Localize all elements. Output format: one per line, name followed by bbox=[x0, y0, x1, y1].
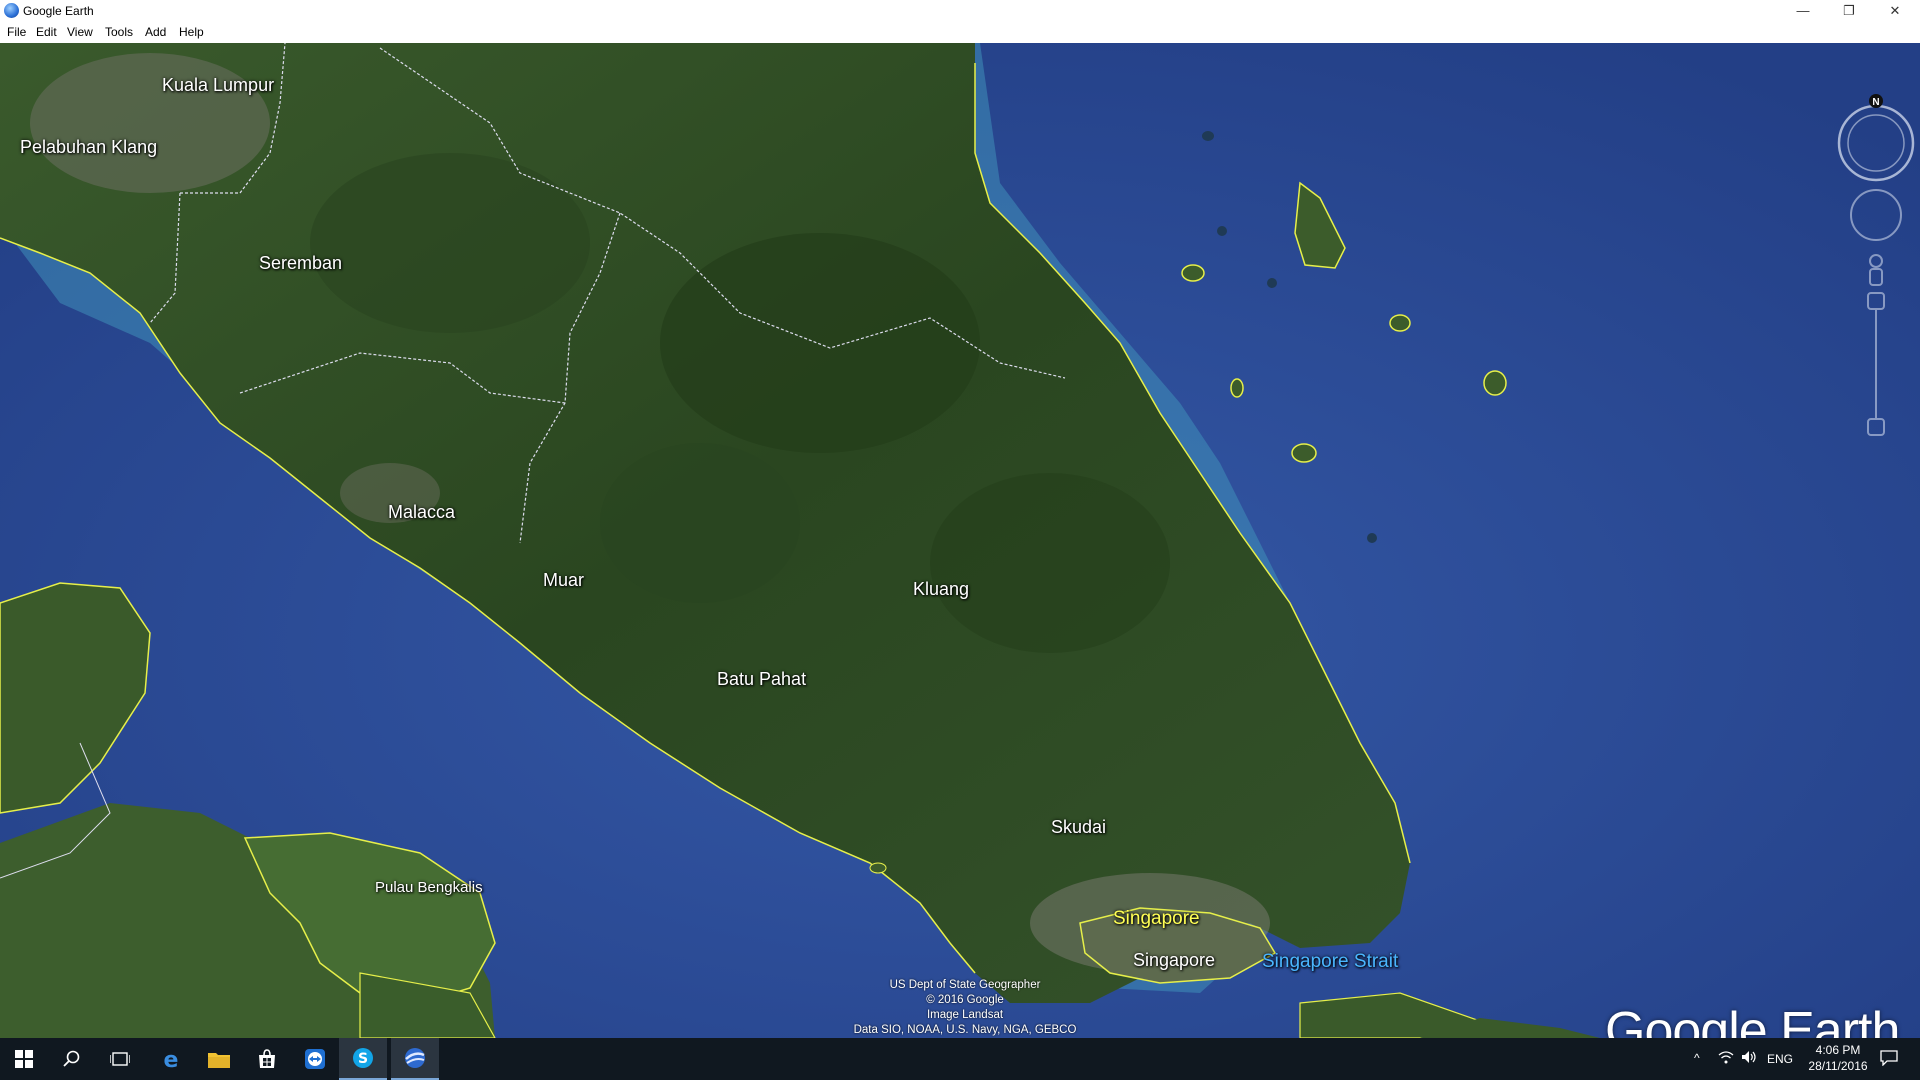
title-bar: Google Earth — ❐ ✕ bbox=[0, 0, 1920, 22]
label-pelabuhan-klang[interactable]: Pelabuhan Klang bbox=[20, 137, 157, 158]
network-icon[interactable] bbox=[1718, 1050, 1734, 1067]
menu-help[interactable]: Help bbox=[179, 25, 204, 39]
menu-add[interactable]: Add bbox=[145, 25, 166, 39]
label-skudai[interactable]: Skudai bbox=[1051, 817, 1106, 838]
earth-map-view[interactable]: Kuala Lumpur Pelabuhan Klang Seremban Ma… bbox=[0, 43, 1920, 1038]
navigation-controls: N bbox=[1830, 93, 1920, 443]
svg-text:e: e bbox=[164, 1048, 179, 1070]
store-icon[interactable] bbox=[243, 1038, 291, 1080]
attribution-line: US Dept of State Geographer bbox=[889, 979, 1041, 991]
google-earth-app-icon bbox=[4, 3, 19, 18]
language-indicator[interactable]: ENG bbox=[1767, 1052, 1793, 1066]
svg-text:S: S bbox=[358, 1051, 368, 1067]
menu-tools[interactable]: Tools bbox=[105, 25, 133, 39]
attribution-line: Data SIO, NOAA, U.S. Navy, NGA, GEBCO bbox=[853, 1024, 1077, 1036]
zoom-slider[interactable] bbox=[1867, 292, 1885, 436]
label-singapore-strait[interactable]: Singapore Strait bbox=[1262, 951, 1398, 973]
label-kuala-lumpur[interactable]: Kuala Lumpur bbox=[162, 75, 274, 96]
look-joystick[interactable] bbox=[1850, 189, 1902, 241]
label-batu-pahat[interactable]: Batu Pahat bbox=[717, 669, 806, 690]
windows-start-icon[interactable] bbox=[0, 1038, 48, 1080]
restore-button[interactable]: ❐ bbox=[1826, 0, 1872, 22]
north-indicator-label: N bbox=[1872, 97, 1879, 108]
chevron-up-icon[interactable]: ^ bbox=[1694, 1051, 1700, 1065]
compass-ring[interactable] bbox=[1837, 104, 1915, 182]
menu-view[interactable]: View bbox=[67, 25, 93, 39]
label-pulau-bengkalis[interactable]: Pulau Bengkalis bbox=[375, 879, 483, 896]
clock[interactable]: 4:06 PM 28/11/2016 bbox=[1806, 1043, 1870, 1073]
teamviewer-icon[interactable] bbox=[291, 1038, 339, 1080]
volume-icon[interactable] bbox=[1741, 1050, 1757, 1067]
attribution-line: Image Landsat bbox=[926, 1009, 1004, 1021]
edge-icon[interactable]: e bbox=[147, 1038, 195, 1080]
google-earth-icon[interactable] bbox=[391, 1038, 439, 1080]
close-button[interactable]: ✕ bbox=[1872, 0, 1918, 22]
clock-date: 28/11/2016 bbox=[1808, 1059, 1868, 1073]
clock-time: 4:06 PM bbox=[1815, 1043, 1861, 1057]
file-explorer-icon[interactable] bbox=[195, 1038, 243, 1080]
label-muar[interactable]: Muar bbox=[543, 570, 584, 591]
satellite-imagery bbox=[0, 43, 1920, 1038]
windows-taskbar: e S ^ ENG 4:06 PM 28/11/2016 bbox=[0, 1038, 1920, 1080]
menu-file[interactable]: File bbox=[7, 25, 26, 39]
action-center-icon[interactable] bbox=[1880, 1050, 1898, 1069]
window-title: Google Earth bbox=[23, 4, 94, 18]
label-singapore-country[interactable]: Singapore bbox=[1113, 908, 1200, 930]
minimize-button[interactable]: — bbox=[1780, 0, 1826, 22]
label-singapore-city[interactable]: Singapore bbox=[1133, 950, 1215, 971]
street-view-pegman-icon[interactable] bbox=[1869, 254, 1883, 286]
skype-icon[interactable]: S bbox=[339, 1038, 387, 1080]
task-view-icon[interactable] bbox=[96, 1038, 144, 1080]
label-seremban[interactable]: Seremban bbox=[259, 253, 342, 274]
label-malacca[interactable]: Malacca bbox=[388, 502, 455, 523]
attribution-line: © 2016 Google bbox=[926, 994, 1004, 1006]
menu-bar: File Edit View Tools Add Help bbox=[0, 22, 1920, 44]
search-icon[interactable] bbox=[48, 1038, 96, 1080]
menu-edit[interactable]: Edit bbox=[36, 25, 57, 39]
google-earth-logo: Google Earth bbox=[1605, 1002, 1900, 1038]
map-attribution: US Dept of State Geographer © 2016 Googl… bbox=[820, 978, 1110, 1038]
label-kluang[interactable]: Kluang bbox=[913, 579, 969, 600]
